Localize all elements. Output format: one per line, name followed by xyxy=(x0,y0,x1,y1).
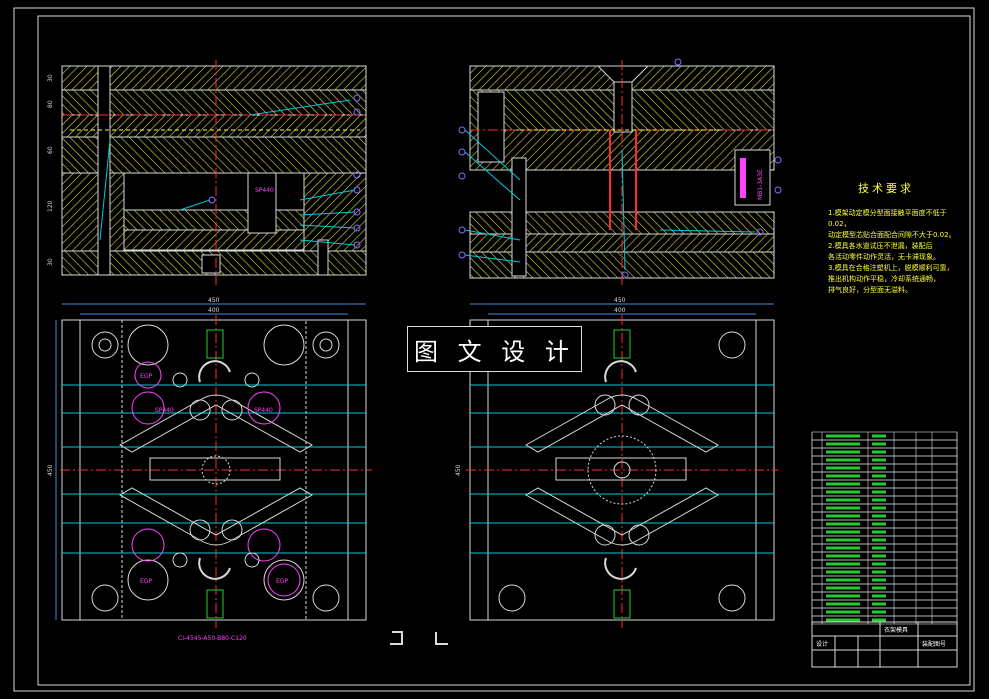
bom-row-fill xyxy=(826,594,860,598)
dim-right-height: 450 xyxy=(455,464,462,476)
bom-row-fill xyxy=(872,450,886,454)
dim-30b: 30 xyxy=(47,258,54,266)
bom-row-fill xyxy=(872,618,886,622)
dim-right-inner: 400 xyxy=(614,307,626,314)
egp-label-tl: EGP xyxy=(140,373,152,380)
mold-base-label: CI-4545-A50-B80-C120 xyxy=(178,635,247,642)
bom-row-fill xyxy=(872,442,886,446)
bom-row-fill xyxy=(872,514,886,518)
bom-row-fill xyxy=(826,434,860,438)
bom-row-fill xyxy=(826,498,860,502)
bom-row-fill xyxy=(826,610,860,614)
bom-row-fill xyxy=(826,474,860,478)
tech-requirement-item: 各活动零件动作灵活，无卡滞现象。 xyxy=(828,253,940,261)
tech-requirements-list: 1.模架动定模分型面接触平面度不低于0.02， 动定模型芯贴合面配合间隙不大于0… xyxy=(828,208,968,296)
dim-left-inner: 400 xyxy=(208,307,220,314)
bom-row-fill xyxy=(872,498,886,502)
bom-row-fill xyxy=(826,562,860,566)
bom-row-fill xyxy=(826,578,860,582)
section-view-left xyxy=(61,60,367,285)
dim-left-height: 450 xyxy=(47,464,54,476)
bom-row-fill xyxy=(826,538,860,542)
egp-label-bl: EGP xyxy=(140,578,152,585)
title-drawing-no: 装配图号 xyxy=(922,640,946,648)
tech-requirement-item: 1.模架动定模分型面接触平面度不低于0.02， xyxy=(828,209,947,228)
bom-row-fill xyxy=(872,434,886,438)
dim-120: 120 xyxy=(47,200,54,212)
bom-row-fill xyxy=(872,458,886,462)
bom-row-fill xyxy=(872,490,886,494)
egp-label-br: EGP xyxy=(276,578,288,585)
bom-row-fill xyxy=(872,466,886,470)
tech-requirement-item: 动定模型芯贴合面配合间隙不大于0.02。 xyxy=(828,231,956,239)
bom-row-fill xyxy=(826,466,860,470)
bom-row-fill xyxy=(872,602,886,606)
bom-row-fill xyxy=(872,594,886,598)
sp-label-right: MB1-3A3E xyxy=(757,169,764,200)
section-marker-right xyxy=(435,632,448,645)
bom-row-fill xyxy=(826,586,860,590)
plan-view-left xyxy=(55,303,372,628)
sp-label-side: SP440 xyxy=(255,187,274,194)
section-view-right xyxy=(458,58,782,285)
bom-row-fill xyxy=(872,522,886,526)
bom-row-fill xyxy=(826,602,860,606)
bom-row-fill xyxy=(826,458,860,462)
tech-requirement-item: 排气良好，分型面无溢料。 xyxy=(828,286,912,294)
bom-row-fill xyxy=(872,610,886,614)
dim-right-overall: 450 xyxy=(614,297,626,304)
bom-row-fill xyxy=(826,506,860,510)
bom-row-fill xyxy=(826,482,860,486)
dim-80: 80 xyxy=(47,100,54,108)
bom-row-fill xyxy=(872,562,886,566)
watermark-stamp: 图 文 设 计 xyxy=(407,326,582,372)
bom-row-fill xyxy=(826,530,860,534)
bom-row-fill xyxy=(826,618,860,622)
tech-requirements-title: 技术要求 xyxy=(858,182,914,195)
bom-row-fill xyxy=(872,530,886,534)
bom-table xyxy=(811,431,958,625)
title-part-name: 衣架模具 xyxy=(884,626,908,634)
section-marker-left xyxy=(390,631,403,645)
bom-row-fill xyxy=(872,586,886,590)
bom-row-fill xyxy=(872,578,886,582)
bom-row-fill xyxy=(872,506,886,510)
tech-requirement-item: 2.模具各水道试压不泄漏，装配后 xyxy=(828,242,933,250)
bom-row-fill xyxy=(872,546,886,550)
dim-30a: 30 xyxy=(47,74,54,82)
bom-row-fill xyxy=(826,546,860,550)
spc-label-left: SP440 xyxy=(155,407,174,414)
spc-label-right: SP440 xyxy=(254,407,273,414)
bom-row-fill xyxy=(826,450,860,454)
bom-row-fill xyxy=(872,538,886,542)
tech-requirement-item: 推出机构动作平稳，冷却系统通畅， xyxy=(828,275,940,283)
bom-row-fill xyxy=(872,474,886,478)
bom-row-fill xyxy=(826,570,860,574)
bom-row-fill xyxy=(872,482,886,486)
title-designer: 设计 xyxy=(816,640,828,648)
bom-row-fill xyxy=(826,554,860,558)
bom-row-fill xyxy=(826,490,860,494)
bom-row-fill xyxy=(826,522,860,526)
bom-row-fill xyxy=(826,514,860,518)
bom-row-fill xyxy=(872,554,886,558)
dim-60: 60 xyxy=(47,146,54,154)
bom-row-fill xyxy=(872,570,886,574)
bom-row-fill xyxy=(826,442,860,446)
dim-left-overall: 450 xyxy=(208,297,220,304)
tech-requirement-item: 3.模具在合格注塑机上，脱模顺利可靠， xyxy=(828,264,954,272)
